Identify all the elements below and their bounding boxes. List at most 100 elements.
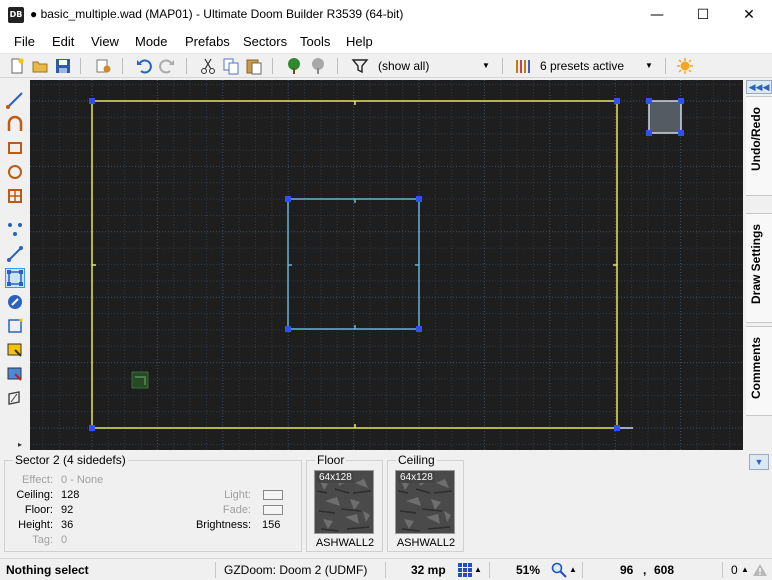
chevron-up-icon[interactable]: ▲ — [474, 565, 482, 574]
new-map-icon[interactable] — [8, 57, 26, 75]
fade-color-swatch — [263, 505, 283, 515]
map-options-icon[interactable] — [94, 57, 112, 75]
undo-icon[interactable] — [135, 57, 153, 75]
vertex[interactable] — [678, 98, 684, 104]
menu-view[interactable]: View — [91, 34, 119, 49]
sector-info-title: Sector 2 (4 sidedefs) — [13, 453, 128, 467]
grid-size-icon[interactable] — [457, 562, 473, 578]
chevron-down-icon[interactable]: ▼ — [482, 56, 490, 76]
tag-value: 0 — [61, 534, 68, 546]
menu-edit[interactable]: Edit — [52, 34, 74, 49]
menu-tools[interactable]: Tools — [300, 34, 330, 49]
things-icon[interactable] — [285, 57, 303, 75]
height-value: 36 — [61, 519, 74, 531]
info-panel: Sector 2 (4 sidedefs) Effect: 0 - None C… — [0, 452, 772, 558]
open-map-icon[interactable] — [31, 57, 49, 75]
vertex[interactable] — [646, 98, 652, 104]
collapse-docker-icon[interactable]: ◀◀◀ — [746, 80, 772, 94]
brightness-icon[interactable] — [676, 57, 694, 75]
floor-texture-box: Floor 64x128 ASHWALL2 — [306, 453, 383, 552]
floor-value: 92 — [61, 504, 74, 516]
vertex[interactable] — [614, 425, 620, 431]
sectors-mode-icon — [7, 270, 23, 286]
redo-icon[interactable] — [158, 57, 176, 75]
paste-icon[interactable] — [245, 57, 263, 75]
save-map-icon[interactable] — [54, 57, 72, 75]
linedef-colors-icon[interactable] — [514, 57, 532, 75]
floor-label: Floor: — [24, 504, 53, 516]
coord-separator: , — [643, 563, 647, 577]
chevron-up-icon[interactable]: ▲ — [741, 565, 749, 574]
gradient-brightness-icon[interactable] — [5, 388, 25, 408]
tag-label: Tag: — [32, 534, 53, 546]
draw-rectangle-icon[interactable] — [5, 138, 25, 158]
tab-comments[interactable]: Comments — [746, 326, 772, 416]
chevron-down-icon[interactable]: ▼ — [645, 56, 653, 76]
draw-curve-icon[interactable] — [5, 114, 25, 134]
sectors-mode-button[interactable] — [5, 268, 25, 288]
presets-dropdown[interactable]: 6 presets active — [540, 56, 624, 76]
things-mode-icon[interactable] — [5, 292, 25, 312]
scroll-right-icon[interactable]: ▸ — [18, 440, 22, 449]
copy-icon[interactable] — [222, 57, 240, 75]
vertex[interactable] — [646, 130, 652, 136]
effect-label: Effect: — [22, 474, 53, 486]
hidden-things-icon[interactable] — [309, 57, 327, 75]
expand-info-panel-icon[interactable]: ▼ — [749, 454, 769, 470]
sector-info-box: Sector 2 (4 sidedefs) Effect: 0 - None C… — [4, 453, 302, 552]
vertex[interactable] — [416, 326, 422, 332]
status-bar: Nothing select GZDoom: Doom 2 (UDMF) 32 … — [0, 558, 772, 580]
maximize-button[interactable]: ☐ — [680, 0, 726, 30]
tab-undo-redo-label: Undo/Redo — [749, 107, 763, 171]
effect-value: 0 - None — [61, 474, 104, 486]
draw-ellipse-icon[interactable] — [5, 162, 25, 182]
tab-draw-settings[interactable]: Draw Settings — [746, 213, 772, 323]
draw-lines-icon[interactable] — [5, 90, 25, 110]
vertex[interactable] — [416, 196, 422, 202]
make-sectors-icon[interactable] — [5, 316, 25, 336]
tab-undo-redo[interactable]: Undo/Redo — [746, 96, 772, 196]
vertex[interactable] — [614, 98, 620, 104]
vertex[interactable] — [285, 326, 291, 332]
close-button[interactable]: ✕ — [726, 0, 772, 30]
warnings-count[interactable]: 0 — [731, 563, 738, 577]
warning-icon[interactable] — [752, 563, 768, 577]
menu-mode[interactable]: Mode — [135, 34, 168, 49]
linedefs-mode-icon[interactable] — [5, 244, 25, 264]
floor-edit-icon[interactable] — [5, 340, 25, 360]
vertex[interactable] — [89, 98, 95, 104]
player-start-thing[interactable] — [131, 371, 149, 389]
ceiling-texture-title: Ceiling — [396, 453, 437, 467]
map-canvas[interactable] — [30, 80, 743, 450]
minimize-button[interactable]: — — [634, 0, 680, 30]
menu-prefabs[interactable]: Prefabs — [185, 34, 230, 49]
chevron-up-icon[interactable]: ▲ — [569, 565, 577, 574]
cursor-y: 608 — [654, 563, 675, 577]
vertex[interactable] — [89, 425, 95, 431]
draw-grid-icon[interactable] — [5, 186, 25, 206]
title-bar: DB ● basic_multiple.wad (MAP01) - Ultima… — [0, 0, 772, 30]
tab-comments-label: Comments — [749, 337, 763, 400]
small-sector-linedefs[interactable] — [648, 100, 682, 134]
small-sector[interactable] — [646, 98, 684, 136]
floor-texture-size: 64x128 — [317, 472, 354, 483]
tab-draw-settings-label: Draw Settings — [749, 224, 763, 305]
floor-texture-preview[interactable]: 64x128 — [314, 470, 374, 534]
vertices-mode-icon[interactable] — [5, 220, 25, 240]
vertex[interactable] — [678, 130, 684, 136]
brightness-label: Brightness: — [195, 519, 251, 531]
menu-file[interactable]: File — [14, 34, 35, 49]
thing-filter-dropdown[interactable]: (show all) — [378, 56, 429, 76]
menu-sectors[interactable]: Sectors — [243, 34, 287, 49]
menu-help[interactable]: Help — [346, 34, 373, 49]
game-config-label[interactable]: GZDoom: Doom 2 (UDMF) — [224, 563, 367, 577]
vertex[interactable] — [285, 196, 291, 202]
ceiling-texture-box: Ceiling 64x128 ASHWALL2 — [387, 453, 464, 552]
zoom-icon[interactable] — [551, 562, 567, 578]
cut-icon[interactable] — [199, 57, 217, 75]
filter-icon[interactable] — [351, 57, 369, 75]
right-docker: ◀◀◀ Undo/Redo Draw Settings Comments — [746, 80, 772, 450]
ceiling-edit-icon[interactable] — [5, 364, 25, 384]
ceiling-texture-preview[interactable]: 64x128 — [395, 470, 455, 534]
map-view[interactable] — [30, 80, 743, 450]
